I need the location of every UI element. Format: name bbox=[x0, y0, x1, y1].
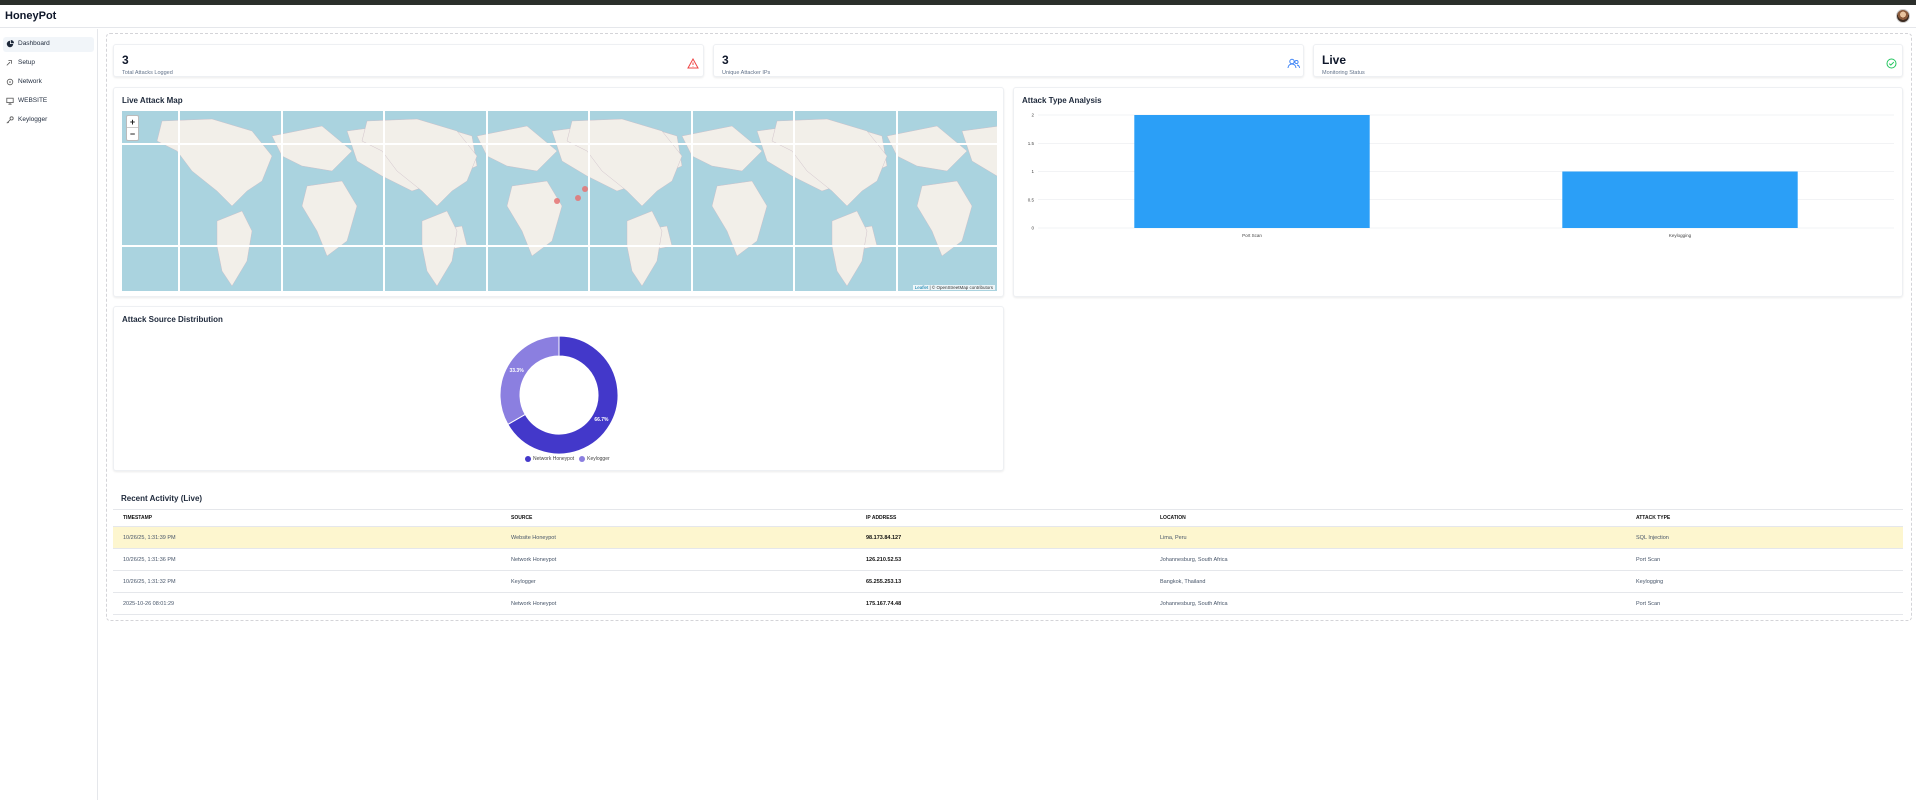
alert-triangle-icon bbox=[687, 58, 699, 69]
y-tick-label: 0 bbox=[1031, 226, 1034, 231]
table-row[interactable]: 10/26/25, 1:31:32 PM Keylogger 65.255.25… bbox=[113, 570, 1903, 593]
sidebar-item-label: Network bbox=[18, 78, 42, 85]
sidebar-item-label: Dashboard bbox=[18, 40, 50, 47]
zoom-in-button[interactable]: + bbox=[127, 116, 138, 128]
attack-marker[interactable] bbox=[575, 195, 581, 201]
zoom-out-button[interactable]: − bbox=[127, 128, 138, 140]
legend-swatch-network bbox=[525, 456, 531, 462]
cell-ip: 175.167.74.48 bbox=[856, 592, 1150, 615]
column-header: SOURCE bbox=[501, 509, 856, 527]
cell-timestamp: 10/26/25, 1:31:39 PM bbox=[113, 526, 501, 549]
cell-source: Website Honeypot bbox=[501, 526, 856, 549]
dashboard-main: 3 Total Attacks Logged 3 Unique Attacker… bbox=[106, 33, 1912, 621]
column-header: LOCATION bbox=[1150, 509, 1626, 527]
stat-value: 3 bbox=[722, 53, 729, 67]
sidebar-item-label: WEBSITE bbox=[18, 97, 48, 104]
table-row[interactable]: 10/26/25, 1:31:36 PM Network Honeypot 12… bbox=[113, 548, 1903, 571]
cell-attack-type: Port Scan bbox=[1626, 592, 1903, 615]
attack-map[interactable]: + − Leaflet | © OpenStreetMap contributo… bbox=[122, 111, 997, 291]
legend-swatch-keylogger bbox=[579, 456, 586, 462]
live-attack-map-card: Live Attack Map + − Leaflet | © OpenStre… bbox=[113, 87, 1004, 297]
app-header: HoneyPot bbox=[0, 5, 1916, 28]
sidebar-item-website[interactable]: WEBSITE bbox=[3, 94, 94, 109]
slice-label: 33.3% bbox=[509, 368, 524, 374]
y-tick-label: 0.5 bbox=[1028, 197, 1035, 202]
users-icon bbox=[1287, 58, 1300, 69]
stat-card-monitoring-status: Live Monitoring Status bbox=[1313, 44, 1903, 77]
legend-label: Network Honeypot bbox=[533, 456, 575, 462]
activity-table: TIMESTAMP SOURCE IP ADDRESS LOCATION ATT… bbox=[113, 509, 1903, 615]
attack-source-chart: 66.7% 33.3% bbox=[499, 335, 619, 455]
cell-timestamp: 10/26/25, 1:31:32 PM bbox=[113, 570, 501, 593]
stat-label: Total Attacks Logged bbox=[122, 70, 173, 76]
stat-label: Monitoring Status bbox=[1322, 70, 1365, 76]
cell-location: Johannesburg, South Africa bbox=[1150, 592, 1626, 615]
cell-source: Network Honeypot bbox=[501, 592, 856, 615]
osm-attribution: | © OpenStreetMap contributors bbox=[929, 285, 993, 290]
column-header: ATTACK TYPE bbox=[1626, 509, 1903, 527]
table-row[interactable]: 10/26/25, 1:31:39 PM Website Honeypot 98… bbox=[113, 526, 1903, 549]
sidebar: Dashboard Setup Network WEBSITE Keylogge… bbox=[0, 29, 98, 800]
leaflet-link[interactable]: Leaflet bbox=[915, 285, 929, 290]
sidebar-item-keylogger[interactable]: Keylogger bbox=[3, 113, 94, 128]
table-row[interactable]: 2025-10-26 08:01:29 Network Honeypot 175… bbox=[113, 592, 1903, 615]
stat-value: Live bbox=[1322, 53, 1347, 67]
stat-card-total-attacks: 3 Total Attacks Logged bbox=[113, 44, 704, 77]
stat-card-unique-ips: 3 Unique Attacker IPs bbox=[713, 44, 1304, 77]
cell-attack-type: Port Scan bbox=[1626, 548, 1903, 571]
monitor-icon bbox=[6, 97, 14, 105]
y-tick-label: 1 bbox=[1031, 169, 1034, 174]
cell-ip: 126.210.52.53 bbox=[856, 548, 1150, 571]
y-tick-label: 1.5 bbox=[1028, 141, 1035, 146]
bar-port-scan[interactable] bbox=[1134, 115, 1370, 228]
slice-label: 66.7% bbox=[594, 417, 609, 423]
cell-source: Network Honeypot bbox=[501, 548, 856, 571]
map-attribution: Leaflet | © OpenStreetMap contributors bbox=[912, 285, 995, 290]
attack-marker[interactable] bbox=[582, 186, 588, 192]
sidebar-item-network[interactable]: Network bbox=[3, 75, 94, 90]
x-tick-label: Keylogging bbox=[1669, 233, 1692, 238]
check-circle-icon bbox=[1886, 58, 1897, 69]
donut-slice-keylogger[interactable] bbox=[499, 335, 560, 426]
column-header: TIMESTAMP bbox=[113, 509, 501, 527]
recent-activity-section: Recent Activity (Live) TIMESTAMP SOURCE … bbox=[113, 491, 1903, 615]
attack-type-chart: 0 0.5 1 1.5 2 Port Scan Keylogging bbox=[1028, 113, 1894, 238]
column-header: IP ADDRESS bbox=[856, 509, 1150, 527]
sidebar-item-label: Setup bbox=[18, 59, 35, 66]
sidebar-item-label: Keylogger bbox=[18, 116, 48, 123]
app-title: HoneyPot bbox=[5, 10, 57, 22]
cell-ip: 98.173.84.127 bbox=[856, 526, 1150, 549]
cell-timestamp: 10/26/25, 1:31:36 PM bbox=[113, 548, 501, 571]
user-avatar[interactable] bbox=[1896, 9, 1910, 23]
stat-value: 3 bbox=[122, 53, 129, 67]
cell-location: Johannesburg, South Africa bbox=[1150, 548, 1626, 571]
stat-label: Unique Attacker IPs bbox=[722, 70, 771, 76]
cell-attack-type: SQL Injection bbox=[1626, 526, 1903, 549]
cell-location: Bangkok, Thailand bbox=[1150, 570, 1626, 593]
map-title: Live Attack Map bbox=[122, 96, 183, 105]
setup-icon bbox=[6, 60, 12, 66]
x-tick-label: Port Scan bbox=[1242, 233, 1262, 238]
attack-source-card: Attack Source Distribution 66.7% 33.3% Ne… bbox=[113, 306, 1004, 471]
key-icon bbox=[6, 116, 14, 124]
attack-type-card: Attack Type Analysis 0 0.5 1 1.5 2 Port Scan K… bbox=[1013, 87, 1903, 297]
attack-marker[interactable] bbox=[554, 198, 560, 204]
legend-label: Keylogger bbox=[587, 456, 610, 462]
chart-legend: Network Honeypot Keylogger bbox=[525, 456, 610, 462]
cell-timestamp: 2025-10-26 08:01:29 bbox=[113, 592, 501, 615]
sidebar-item-setup[interactable]: Setup bbox=[3, 56, 94, 71]
cell-attack-type: Keylogging bbox=[1626, 570, 1903, 593]
sidebar-item-dashboard[interactable]: Dashboard bbox=[3, 37, 94, 52]
y-tick-label: 2 bbox=[1031, 113, 1034, 118]
dashboard-icon bbox=[6, 40, 14, 48]
cell-location: Lima, Peru bbox=[1150, 526, 1626, 549]
recent-activity-title: Recent Activity (Live) bbox=[121, 494, 203, 503]
cell-source: Keylogger bbox=[501, 570, 856, 593]
attack-markers bbox=[554, 186, 588, 204]
table-header-row: TIMESTAMP SOURCE IP ADDRESS LOCATION ATT… bbox=[113, 509, 1903, 527]
map-zoom-control: + − bbox=[126, 115, 139, 141]
cell-ip: 65.255.253.13 bbox=[856, 570, 1150, 593]
network-icon bbox=[6, 78, 14, 86]
bar-keylogging[interactable] bbox=[1562, 171, 1798, 229]
